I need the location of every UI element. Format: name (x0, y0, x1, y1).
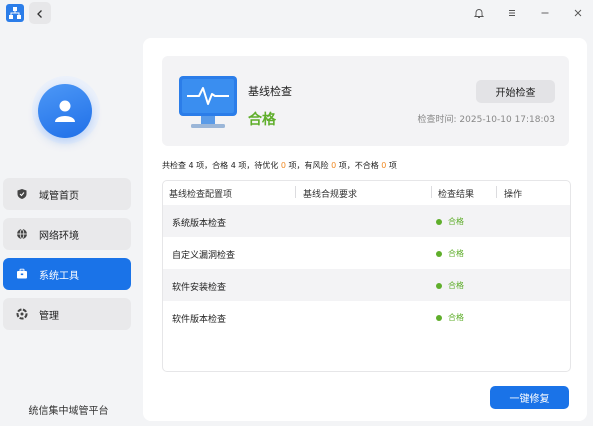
start-check-button[interactable]: 开始检查 (476, 80, 555, 103)
toolbox-icon (15, 267, 29, 281)
baseline-table: 基线检查配置项 基线合规要求 检查结果 操作 系统版本检查 合格 自定义漏洞检查… (162, 180, 571, 372)
monitor-icon (177, 74, 239, 134)
sidebar-item-manage[interactable]: 管理 (3, 298, 131, 330)
column-header: 基线检查配置项 (169, 190, 233, 200)
page-title: 基线检查 (248, 85, 292, 98)
sidebar-item-domain-home[interactable]: 域管首页 (3, 178, 131, 210)
back-button[interactable] (29, 2, 51, 24)
result-text: 合格 (448, 281, 464, 290)
row-result: 合格 (436, 216, 464, 227)
baseline-header-card: 基线检查 合格 开始检查 检查时间: 2025-10-10 17:18:03 (162, 56, 569, 146)
check-summary: 共检查 4 项，合格 4 项，待优化 0 项，有风险 0 项，不合格 0 项 (162, 160, 397, 171)
main-panel: 基线检查 合格 开始检查 检查时间: 2025-10-10 17:18:03 共… (143, 38, 587, 421)
status-dot-icon (436, 282, 442, 289)
table-header: 基线检查配置项 基线合规要求 检查结果 操作 (163, 181, 570, 204)
sidebar: 域管首页 网络环境 系统工具 管理 统信集中域管平台 (0, 28, 137, 426)
sidebar-item-label: 域管首页 (39, 190, 79, 202)
row-result: 合格 (436, 312, 464, 323)
sidebar-item-label: 网络环境 (39, 230, 79, 242)
column-divider (295, 186, 296, 198)
row-name: 自定义漏洞检查 (172, 251, 236, 261)
row-result: 合格 (436, 248, 464, 259)
sidebar-item-system-tools[interactable]: 系统工具 (3, 258, 131, 290)
summary-text: 项，有风险 (286, 161, 332, 170)
chevron-left-icon (35, 4, 45, 23)
column-header: 检查结果 (438, 190, 475, 200)
status-dot-icon (436, 250, 442, 257)
sidebar-item-network[interactable]: 网络环境 (3, 218, 131, 250)
summary-text: 项，不合格 (336, 161, 382, 170)
menu-icon[interactable] (502, 4, 522, 22)
row-name: 软件安装检查 (172, 283, 227, 293)
column-header: 基线合规要求 (303, 190, 358, 200)
sidebar-item-label: 管理 (39, 310, 59, 322)
column-divider (496, 186, 497, 198)
bell-icon[interactable] (469, 4, 489, 22)
table-row[interactable]: 系统版本检查 合格 (163, 205, 570, 237)
result-text: 合格 (448, 217, 464, 226)
row-name: 系统版本检查 (172, 219, 227, 229)
result-text: 合格 (448, 249, 464, 258)
status-dot-icon (436, 314, 442, 321)
status-badge: 合格 (248, 112, 276, 128)
result-text: 合格 (448, 313, 464, 322)
avatar[interactable] (38, 84, 92, 138)
check-time: 检查时间: 2025-10-10 17:18:03 (417, 115, 555, 125)
row-name: 软件版本检查 (172, 315, 227, 325)
platform-name: 统信集中域管平台 (28, 406, 109, 417)
table-row[interactable]: 软件版本检查 合格 (163, 301, 570, 333)
shield-icon (15, 187, 29, 201)
column-header: 操作 (504, 190, 523, 200)
one-click-fix-button[interactable]: 一键修复 (490, 386, 569, 409)
summary-text: 项 (386, 161, 397, 170)
title-bar (0, 0, 593, 28)
row-result: 合格 (436, 280, 464, 291)
sidebar-item-label: 系统工具 (39, 270, 79, 282)
status-dot-icon (436, 218, 442, 225)
summary-text: 共检查 4 项，合格 4 项，待优化 (162, 161, 281, 170)
globe-icon (15, 227, 29, 241)
manage-icon (15, 307, 29, 321)
table-row[interactable]: 自定义漏洞检查 合格 (163, 237, 570, 269)
minimize-icon[interactable] (535, 4, 555, 22)
table-row[interactable]: 软件安装检查 合格 (163, 269, 570, 301)
app-logo-icon (6, 4, 24, 22)
close-icon[interactable] (568, 4, 588, 22)
column-divider (431, 186, 432, 198)
